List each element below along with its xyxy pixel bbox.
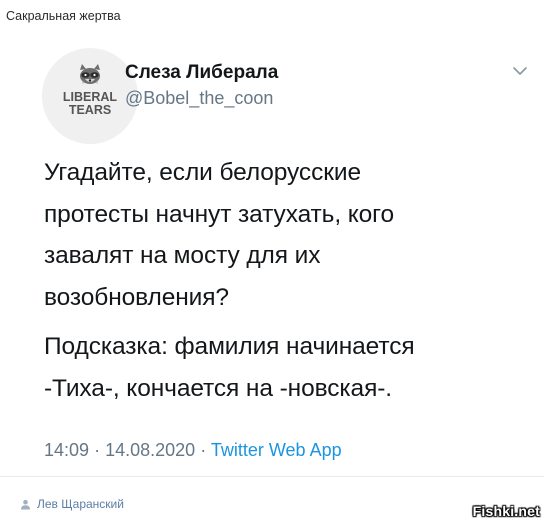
page: Сакральная жертва LIBERAL TEARS Слеза Ли… (0, 0, 544, 523)
tweet-line: протесты начнут затухать, кого (44, 200, 395, 228)
watermark: Fishki.net (472, 503, 540, 519)
tweet-line: -Тиха-, кончается на -новская-. (44, 374, 393, 402)
tweet-line: Подсказка: фамилия начинается (44, 333, 415, 360)
post-author: Лев Щаранский (20, 497, 124, 511)
tweet-card: LIBERAL TEARS Слеза Либерала @Bobel_the_… (22, 34, 542, 476)
raccoon-logo-icon: LIBERAL TEARS (63, 64, 118, 117)
divider (0, 476, 544, 477)
post-title: Сакральная жертва (6, 9, 121, 23)
tweet-line: возобновления? (44, 283, 229, 311)
user-icon (20, 499, 31, 510)
tweet-paragraph-2: Подсказка: фамилия начинается -Тиха-, ко… (44, 326, 514, 409)
tweet-text: Угадайте, если белорусские протесты начн… (44, 152, 514, 409)
display-name[interactable]: Слеза Либерала (125, 62, 278, 84)
author-name[interactable]: Лев Щаранский (37, 497, 124, 511)
tweet-meta: 14:09 · 14.08.2020 · Twitter Web App (44, 440, 342, 461)
tweet-source-app[interactable]: Twitter Web App (211, 440, 342, 460)
tweet-paragraph-1: Угадайте, если белорусские протесты начн… (44, 152, 514, 318)
avatar-text-line2: TEARS (69, 103, 111, 117)
chevron-down-icon[interactable] (511, 64, 529, 78)
meta-separator: · (94, 440, 101, 460)
tweet-line: Угадайте, если белорусские (44, 159, 361, 186)
tweet-time[interactable]: 14:09 (44, 440, 89, 460)
avatar-text-line1: LIBERAL (63, 90, 118, 104)
tweet-line: завалят на мосту для их (44, 242, 321, 269)
meta-separator: · (200, 440, 207, 460)
handle[interactable]: @Bobel_the_coon (125, 88, 273, 109)
avatar[interactable]: LIBERAL TEARS (42, 48, 138, 144)
tweet-date[interactable]: 14.08.2020 (105, 440, 195, 460)
